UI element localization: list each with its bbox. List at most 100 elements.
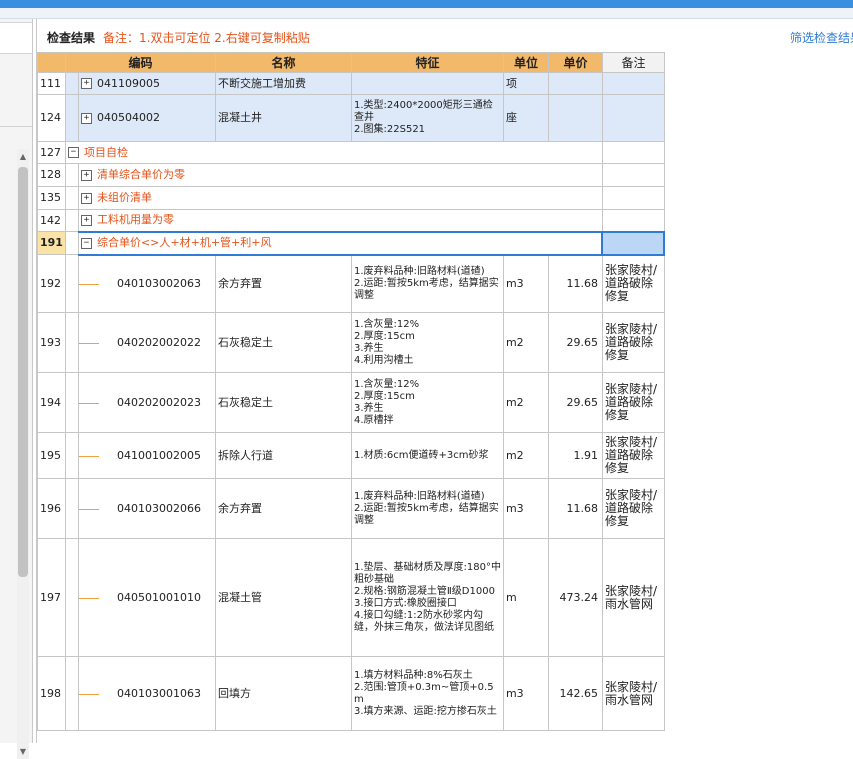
code-cell-inner: 040103001063 <box>79 658 214 730</box>
group-cell[interactable]: − 项目自检 <box>64 141 603 164</box>
price-cell[interactable]: 1.91 <box>547 432 603 479</box>
name-cell[interactable]: 石灰稳定土 <box>214 312 352 373</box>
feature-cell[interactable] <box>350 72 504 95</box>
feature-cell[interactable]: 1.填方材料品种:8%石灰土 2.范围:管顶+0.3m~管顶+0.5m 3.填方… <box>350 656 504 731</box>
unit-cell[interactable]: m3 <box>502 254 549 313</box>
unit-cell[interactable]: m2 <box>502 372 549 433</box>
unit-cell[interactable]: m2 <box>502 432 549 479</box>
remark-cell[interactable] <box>601 72 665 95</box>
table-row[interactable]: 193 040202002022 石灰稳定土 1.含灰量:12% 2.厚度:15cm … <box>37 312 665 373</box>
table-row[interactable]: 195 041001002005 拆除人行道 1.材质:6cm便道砖+3cm砂浆 m2 1… <box>37 432 665 479</box>
price-cell[interactable]: 142.65 <box>547 656 603 731</box>
col-header-unit[interactable]: 单位 <box>502 52 549 73</box>
code-cell[interactable]: +040504002 <box>77 94 216 142</box>
remark-cell[interactable]: 张家陵村/雨水管网 <box>601 538 665 657</box>
remark-cell <box>601 186 665 210</box>
price-cell[interactable]: 11.68 <box>547 254 603 313</box>
table-row[interactable]: 124 +040504002 混凝土井 1.类型:2400*2000矩形三通检查… <box>37 94 665 142</box>
table-row[interactable]: 111 +041109005 不断交施工增加费 项 <box>37 72 665 95</box>
group-row[interactable]: 142 + 工料机用量为零 <box>37 209 665 232</box>
code-cell[interactable]: 040501001010 <box>77 538 216 657</box>
col-header-remark[interactable]: 备注 <box>601 52 665 73</box>
name-cell[interactable]: 不断交施工增加费 <box>214 72 352 95</box>
group-cell[interactable]: + 工料机用量为零 <box>77 209 603 232</box>
code-text: 041109005 <box>96 76 160 90</box>
scroll-down-arrow-icon[interactable]: ▼ <box>17 747 29 757</box>
feature-cell[interactable]: 1.材质:6cm便道砖+3cm砂浆 <box>350 432 504 479</box>
unit-cell[interactable]: 座 <box>502 94 549 142</box>
collapse-icon[interactable]: − <box>67 147 79 158</box>
feature-cell[interactable]: 1.废弃料品种:旧路材料(道碴) 2.运距:暂按5km考虑，结算据实调整 <box>350 478 504 539</box>
col-header-name[interactable]: 名称 <box>214 52 352 73</box>
group-row[interactable]: 135 + 未组价清单 <box>37 186 665 210</box>
unit-cell[interactable]: 项 <box>502 72 549 95</box>
remark-cell[interactable]: 张家陵村/道路破除修复 <box>601 312 665 373</box>
price-cell[interactable]: 29.65 <box>547 312 603 373</box>
price-cell[interactable]: 29.65 <box>547 372 603 433</box>
price-cell[interactable]: 11.68 <box>547 478 603 539</box>
expand-icon[interactable]: + <box>80 169 92 181</box>
name-cell[interactable]: 石灰稳定土 <box>214 372 352 433</box>
code-text: 040202002022 <box>116 335 201 349</box>
code-cell-inner: 040501001010 <box>79 540 214 656</box>
col-header-price[interactable]: 单价 <box>547 52 603 73</box>
table-row[interactable]: 197 040501001010 混凝土管 1.垫层、基础材质及厚度:180°中粗砂基… <box>37 538 665 657</box>
unit-cell[interactable]: m3 <box>502 478 549 539</box>
price-cell[interactable]: 473.24 <box>547 538 603 657</box>
table-row[interactable]: 194 040202002023 石灰稳定土 1.含灰量:12% 2.厚度:15cm … <box>37 372 665 433</box>
remark-cell[interactable]: 张家陵村/雨水管网 <box>601 656 665 731</box>
collapse-icon[interactable]: − <box>80 237 92 249</box>
code-cell[interactable]: 040202002023 <box>77 372 216 433</box>
col-header-code[interactable]: 编码 <box>64 52 216 73</box>
price-cell[interactable] <box>547 94 603 142</box>
table-row[interactable]: 198 040103001063 回填方 1.填方材料品种:8%石灰土 2.范围:管顶… <box>37 656 665 731</box>
expand-icon[interactable]: + <box>80 112 92 124</box>
group-row[interactable]: 127 − 项目自检 <box>37 141 665 164</box>
expand-icon[interactable]: + <box>80 214 92 226</box>
group-cell[interactable]: + 清单综合单价为零 <box>77 163 603 187</box>
code-cell[interactable]: 041001002005 <box>77 432 216 479</box>
col-header-feature[interactable]: 特征 <box>350 52 504 73</box>
name-cell[interactable]: 余方弃置 <box>214 254 352 313</box>
feature-cell[interactable]: 1.含灰量:12% 2.厚度:15cm 3.养生 4.原槽拌 <box>350 372 504 433</box>
feature-cell[interactable]: 1.废弃料品种:旧路材料(道碴) 2.运距:暂按5km考虑，结算据实调整 <box>350 254 504 313</box>
name-cell[interactable]: 余方弃置 <box>214 478 352 539</box>
name-cell[interactable]: 混凝土管 <box>214 538 352 657</box>
indent-cell <box>64 163 79 187</box>
code-cell[interactable]: 040103001063 <box>77 656 216 731</box>
code-cell[interactable]: 040202002022 <box>77 312 216 373</box>
vertical-scrollbar[interactable]: ▲ ▼ <box>17 149 29 759</box>
expand-icon[interactable]: + <box>80 192 92 204</box>
group-row[interactable]: 128 + 清单综合单价为零 <box>37 163 665 187</box>
code-cell-inner: 040202002023 <box>79 374 214 432</box>
group-cell[interactable]: − 综合单价<>人+材+机+管+利+风 <box>77 230 603 256</box>
feature-cell[interactable]: 1.垫层、基础材质及厚度:180°中粗砂基础 2.规格:钢筋混凝土管Ⅱ级D100… <box>350 538 504 657</box>
code-cell[interactable]: +041109005 <box>77 72 216 95</box>
name-cell[interactable]: 拆除人行道 <box>214 432 352 479</box>
group-cell[interactable]: + 未组价清单 <box>77 186 603 210</box>
unit-cell[interactable]: m <box>502 538 549 657</box>
scroll-up-arrow-icon[interactable]: ▲ <box>17 152 29 162</box>
feature-cell[interactable]: 1.含灰量:12% 2.厚度:15cm 3.养生 4.利用沟槽土 <box>350 312 504 373</box>
remark-cell[interactable]: 张家陵村/道路破除修复 <box>601 478 665 539</box>
selected-remark-cell[interactable] <box>601 230 666 256</box>
table-row[interactable]: 192 040103002063 余方弃置 1.废弃料品种:旧路材料(道碴) 2.运距… <box>37 254 665 313</box>
price-cell[interactable] <box>547 72 603 95</box>
remark-cell[interactable]: 张家陵村/道路破除修复 <box>601 432 665 479</box>
code-cell[interactable]: 040103002066 <box>77 478 216 539</box>
unit-cell[interactable]: m3 <box>502 656 549 731</box>
remark-cell[interactable]: 张家陵村/道路破除修复 <box>601 254 665 313</box>
table-row[interactable]: 196 040103002066 余方弃置 1.废弃料品种:旧路材料(道碴) 2.运距… <box>37 478 665 539</box>
group-row-selected[interactable]: 191 − 综合单价<>人+材+机+管+利+风 <box>37 230 666 256</box>
scrollbar-thumb[interactable] <box>18 167 28 577</box>
code-text: 040501001010 <box>116 590 201 604</box>
expand-icon[interactable]: + <box>80 78 92 89</box>
remark-cell[interactable] <box>601 94 665 142</box>
code-cell[interactable]: 040103002063 <box>77 254 216 313</box>
filter-results-link[interactable]: 筛选检查结果 <box>790 29 853 46</box>
feature-cell[interactable]: 1.类型:2400*2000矩形三通检查井 2.图集:22S521 <box>350 94 504 142</box>
name-cell[interactable]: 混凝土井 <box>214 94 352 142</box>
name-cell[interactable]: 回填方 <box>214 656 352 731</box>
remark-cell[interactable]: 张家陵村/道路破除修复 <box>601 372 665 433</box>
unit-cell[interactable]: m2 <box>502 312 549 373</box>
